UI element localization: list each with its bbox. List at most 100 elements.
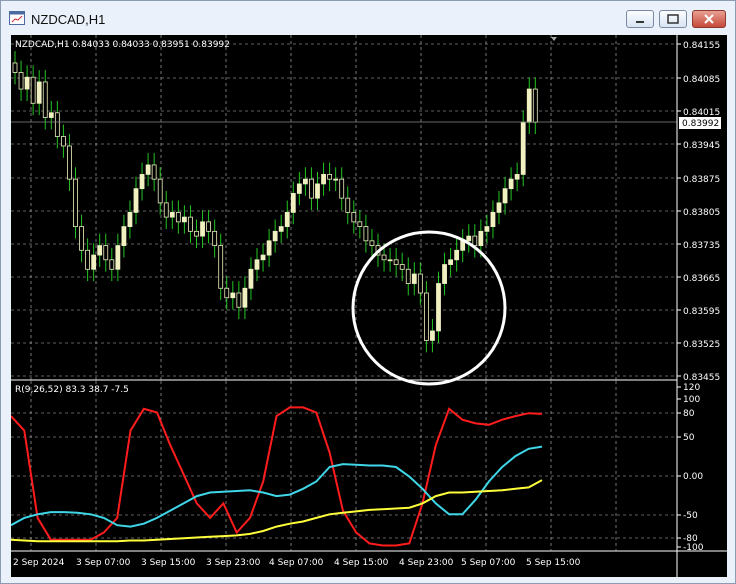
chart-window: NZDCAD,H1 NZDCAD,H1 0.84033 0.84033 0.83… xyxy=(0,0,736,584)
candle-body xyxy=(18,72,24,90)
candle-body xyxy=(290,192,296,213)
candle-body xyxy=(121,226,127,246)
candle-body xyxy=(430,330,435,341)
time-tick-label: 2 Sep 2024 xyxy=(13,558,65,568)
candle-body xyxy=(145,164,151,175)
candle-body xyxy=(206,221,212,232)
candle-body xyxy=(242,287,248,308)
time-tick-label: 4 Sep 07:00 xyxy=(269,558,324,568)
candle-body xyxy=(484,226,490,232)
candle-body xyxy=(218,245,224,289)
circle-annotation[interactable] xyxy=(351,230,507,386)
current-price-label: 0.83992 xyxy=(682,119,719,129)
minimize-icon xyxy=(636,21,644,23)
price-axis: 0.84155 0.84085 0.84015 0.83945 0.83875 0.838… xyxy=(677,41,720,383)
candle-body xyxy=(508,178,514,190)
maximize-button[interactable] xyxy=(659,10,687,28)
candle-body xyxy=(472,235,478,246)
candle-body xyxy=(296,183,302,194)
candle-body xyxy=(363,226,369,242)
price-tick-label: 0.84155 xyxy=(683,41,720,51)
candle-body xyxy=(399,264,405,270)
candle-body xyxy=(520,121,526,175)
candle-body xyxy=(127,211,133,228)
indicator-line-red xyxy=(10,406,543,547)
indicator-tick-label: 50 xyxy=(683,433,695,443)
candle-body xyxy=(73,178,78,228)
candle-body xyxy=(466,235,472,242)
candle-body xyxy=(212,230,218,246)
maximize-icon xyxy=(667,14,679,24)
candle-body xyxy=(333,178,339,181)
candle-body xyxy=(115,245,121,270)
candle-body xyxy=(103,245,109,261)
candle-body xyxy=(339,178,345,199)
candle-body xyxy=(97,245,103,256)
candle-body xyxy=(284,211,290,228)
candle-body xyxy=(133,188,139,213)
chart-header: NZDCAD,H1 0.84033 0.84033 0.83951 0.8399… xyxy=(15,40,230,50)
time-tick-label: 4 Sep 15:00 xyxy=(334,558,389,568)
candle-body xyxy=(139,174,145,190)
title-bar[interactable]: NZDCAD,H1 xyxy=(1,1,735,35)
time-tick-label: 3 Sep 15:00 xyxy=(141,558,196,568)
price-tick-label: 0.83875 xyxy=(683,175,720,185)
candle-body xyxy=(151,164,157,180)
shift-marker-icon[interactable] xyxy=(551,37,557,41)
candle-body xyxy=(369,240,375,246)
indicator-label: R(9,26,52) 83.3 38.7 -7.5 xyxy=(15,385,129,395)
candle-body xyxy=(454,249,460,261)
candle-body xyxy=(478,230,484,246)
price-tick-label: 0.83805 xyxy=(683,208,720,218)
candle-body xyxy=(278,226,284,232)
price-tick-label: 0.83665 xyxy=(683,274,720,284)
candle-body xyxy=(12,62,18,73)
candle-body xyxy=(514,174,520,180)
candle-body xyxy=(417,273,423,294)
candle-body xyxy=(260,254,266,261)
minimize-button[interactable] xyxy=(626,10,654,28)
main-grid xyxy=(11,35,677,380)
candle-body xyxy=(85,249,90,270)
candle-body xyxy=(490,211,496,228)
close-icon xyxy=(704,14,714,24)
candle-body xyxy=(254,259,260,270)
candle-body xyxy=(321,174,326,185)
candle-body xyxy=(175,211,181,223)
candle-body xyxy=(163,202,169,218)
close-button[interactable] xyxy=(692,10,726,28)
candle-body xyxy=(24,76,30,90)
time-tick-label: 3 Sep 23:00 xyxy=(206,558,261,568)
candle-body xyxy=(496,202,502,213)
candle-body xyxy=(405,268,411,284)
indicator-axis: 12010080500.00-50-80-100 xyxy=(677,383,704,553)
candle-body xyxy=(532,88,538,123)
candle-body xyxy=(387,259,393,262)
time-tick-label: 3 Sep 07:00 xyxy=(76,558,131,568)
window-title: NZDCAD,H1 xyxy=(31,12,106,27)
candle-body xyxy=(345,197,351,213)
candle-body xyxy=(181,216,187,223)
candle-body xyxy=(157,178,163,204)
price-tick-label: 0.83735 xyxy=(683,241,720,251)
candle-body xyxy=(79,226,84,251)
indicator-tick-label: 100 xyxy=(683,395,700,405)
candle-body xyxy=(91,254,97,270)
candle-body xyxy=(54,112,60,137)
candle-body xyxy=(381,254,387,261)
indicator-tick-label: -100 xyxy=(683,543,704,553)
price-chart[interactable]: NZDCAD,H1 0.84033 0.84033 0.83951 0.8399… xyxy=(10,35,727,577)
candle-body xyxy=(266,240,272,256)
price-tick-label: 0.83455 xyxy=(683,373,720,383)
time-tick-label: 4 Sep 23:00 xyxy=(399,558,454,568)
candle-body xyxy=(30,76,36,104)
chart-area[interactable]: NZDCAD,H1 0.84033 0.84033 0.83951 0.8399… xyxy=(10,35,727,577)
price-tick-label: 0.83525 xyxy=(683,340,720,350)
candle-body xyxy=(67,145,72,180)
indicator-line-yellow xyxy=(10,479,543,543)
candle-body xyxy=(442,264,447,284)
candle-body xyxy=(526,88,532,123)
candle-body xyxy=(194,230,199,237)
time-tick-label: 5 Sep 07:00 xyxy=(461,558,516,568)
candle-body xyxy=(169,211,175,218)
